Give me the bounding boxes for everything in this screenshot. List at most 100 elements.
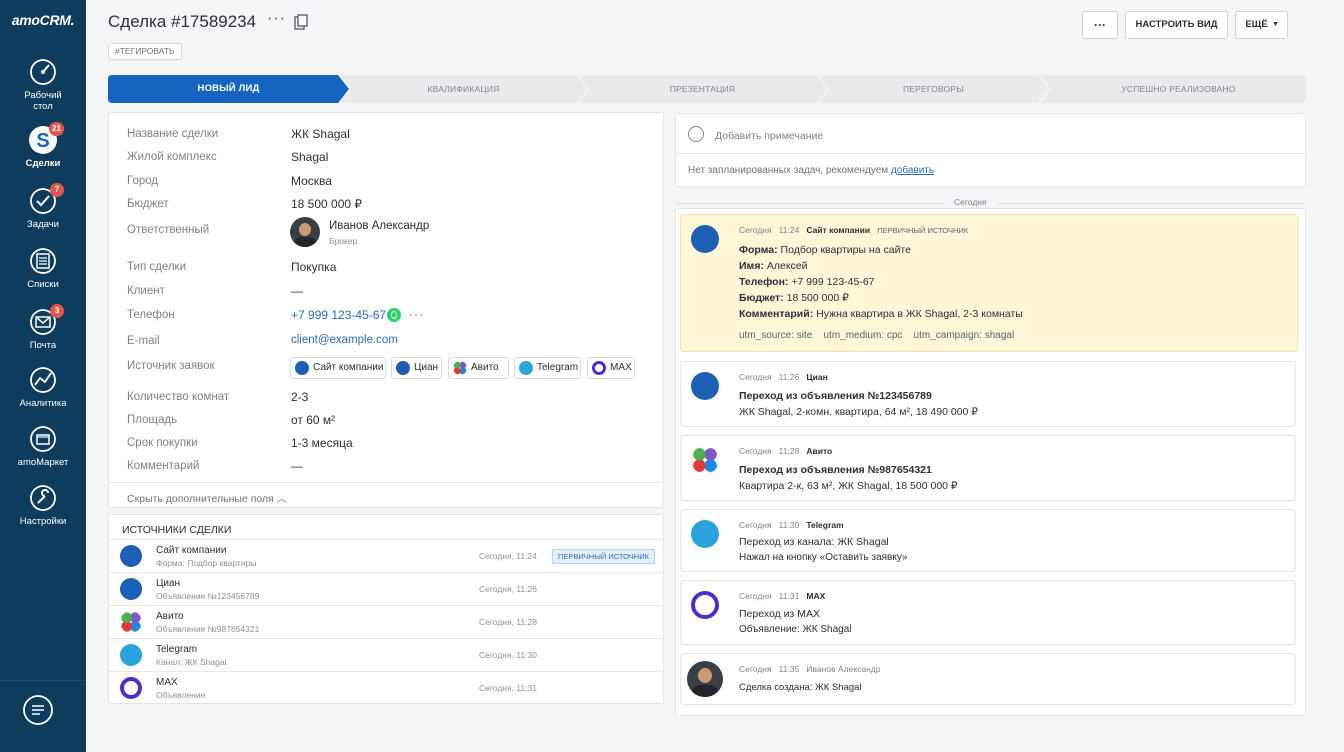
- feed-meta: Сегодня 11:26 Циан: [739, 372, 828, 382]
- source-row[interactable]: Циан Объявление №123456789 Сегодня, 11:2…: [109, 572, 663, 605]
- city-value[interactable]: Москва: [291, 174, 332, 188]
- feed-item-avito[interactable]: Сегодня 11:28 Авито Переход из объявлени…: [680, 435, 1296, 501]
- add-note-input[interactable]: Добавить примечание: [715, 130, 823, 142]
- telegram-icon: [519, 361, 533, 375]
- feed-meta: Сегодня 11:31 MAX: [739, 591, 826, 601]
- source-chip-site[interactable]: Сайт компании: [290, 357, 386, 379]
- email-value[interactable]: client@example.com: [291, 334, 398, 346]
- divider: [676, 153, 1305, 154]
- source-row[interactable]: Авито Объявление №987654321 Сегодня, 11:…: [109, 605, 663, 638]
- feed-meta: Сегодня 11:30 Telegram: [739, 520, 844, 530]
- chat-icon[interactable]: [22, 694, 54, 726]
- phone-more-icon[interactable]: ···: [409, 307, 424, 321]
- source-row[interactable]: MAX Объявление Сегодня, 11:31: [109, 671, 663, 703]
- sidebar-item-analytics[interactable]: Аналитика: [0, 365, 86, 409]
- client-value[interactable]: —: [291, 284, 303, 298]
- app-logo[interactable]: amoCRM.: [0, 12, 86, 28]
- source-sub: Объявление: [156, 690, 206, 700]
- globe-icon: [295, 361, 309, 375]
- more-button[interactable]: ···: [1082, 11, 1118, 39]
- comment-value[interactable]: —: [291, 459, 303, 473]
- stage-qualification[interactable]: КВАЛИФИКАЦИЯ: [351, 75, 576, 103]
- source-name: Авито: [156, 611, 184, 622]
- chip-label: MAX: [610, 362, 632, 373]
- source-sub: Объявление №987654321: [156, 624, 260, 634]
- field-label: Бюджет: [127, 198, 169, 210]
- source-time: Сегодня, 11:31: [479, 683, 537, 693]
- complex-value[interactable]: Shagal: [291, 150, 328, 164]
- source-chip-avito[interactable]: Авито: [448, 357, 509, 379]
- source-chip-cian[interactable]: Циан: [391, 357, 442, 379]
- sidebar-item-deals[interactable]: S 21 Сделки: [0, 122, 86, 169]
- hide-fields-link[interactable]: Скрыть дополнительные поля ︿: [127, 490, 287, 505]
- sidebar-item-mail[interactable]: 3 Почта: [0, 304, 86, 351]
- page-title: Сделка #17589234: [108, 12, 257, 31]
- add-task-link[interactable]: добавить: [891, 165, 934, 176]
- sidebar-item-tasks[interactable]: 7 Задачи: [0, 183, 86, 230]
- feed-text: Сделка создана: ЖК Shagal: [739, 682, 862, 693]
- field-label: Ответственный: [127, 224, 210, 236]
- telegram-icon: [120, 644, 142, 666]
- field-label: Название сделки: [127, 128, 219, 140]
- avatar: [290, 217, 320, 247]
- field-label: Источник заявок: [127, 360, 215, 372]
- feed-head: Переход из объявления №987654321: [739, 464, 932, 476]
- stage-presentation[interactable]: ПРЕЗЕНТАЦИЯ: [589, 75, 816, 103]
- sidebar-item-label: Настройки: [19, 516, 67, 527]
- area-value[interactable]: от 60 м²: [291, 413, 335, 427]
- sidebar-item-dashboard[interactable]: Рабочий стол: [0, 57, 86, 112]
- feed-line: Имя: Алексей: [739, 260, 808, 272]
- stage-negotiation[interactable]: ПЕРЕГОВОРЫ: [829, 75, 1038, 103]
- mail-badge: 3: [50, 304, 64, 318]
- deal-type-value[interactable]: Покупка: [291, 260, 336, 274]
- source-row[interactable]: Сайт компании Форма: Подбор квартиры Сег…: [109, 539, 663, 572]
- term-value[interactable]: 1-3 месяца: [291, 436, 353, 450]
- configure-view-button[interactable]: НАСТРОИТЬ ВИД: [1125, 11, 1228, 39]
- max-icon: [592, 361, 606, 375]
- dashboard-icon: [28, 57, 58, 87]
- title-more-icon[interactable]: ···: [267, 10, 286, 28]
- copy-icon[interactable]: [294, 14, 308, 30]
- feed-item-cian[interactable]: Сегодня 11:26 Циан Переход из объявления…: [680, 361, 1296, 427]
- more-menu-button[interactable]: ЕЩЁ ▼: [1235, 11, 1288, 39]
- sources-panel: ИСТОЧНИКИ СДЕЛКИ Сайт компании Форма: По…: [108, 514, 664, 704]
- source-time: Сегодня, 11:24: [479, 551, 537, 561]
- chip-label: Авито: [471, 362, 499, 373]
- source-sub: Объявление №123456789: [156, 591, 260, 601]
- sidebar-item-lists[interactable]: Списки: [0, 246, 86, 290]
- feed-line: Бюджет: 18 500 000 ₽: [739, 292, 849, 304]
- feed-head: Переход из канала: ЖК Shagal: [739, 536, 889, 548]
- stage-new-lead[interactable]: НОВЫЙ ЛИД: [108, 75, 349, 103]
- tasks-icon: 7: [28, 183, 64, 216]
- stage-success[interactable]: УСПЕШНО РЕАЛИЗОВАНО: [1051, 75, 1306, 103]
- feed-item-max[interactable]: Сегодня 11:31 MAX Переход из MAX Объявле…: [680, 580, 1296, 645]
- phone-value[interactable]: +7 999 123-45-67: [291, 308, 386, 322]
- deal-name-value[interactable]: ЖК Shagal: [291, 127, 350, 141]
- avito-icon: [691, 446, 719, 474]
- source-chip-max[interactable]: MAX: [587, 357, 635, 379]
- responsible-name[interactable]: Иванов Александр: [329, 220, 429, 232]
- chevron-up-icon: ︿: [276, 494, 287, 505]
- source-name: Сайт компании: [156, 545, 227, 556]
- feed-item-created[interactable]: Сегодня 11:35 Иванов Александр Сделка со…: [680, 653, 1296, 705]
- sidebar-item-settings[interactable]: Настройки: [0, 483, 86, 527]
- feed-item-site[interactable]: Сегодня 11:24 Сайт компании ПЕРВИЧНЫЙ ИС…: [680, 214, 1298, 352]
- source-name: Telegram: [156, 644, 198, 655]
- field-label: Телефон: [127, 309, 175, 321]
- avito-icon: [120, 611, 142, 633]
- settings-icon: [28, 483, 58, 513]
- whatsapp-icon[interactable]: [387, 308, 401, 322]
- deals-badge: 21: [49, 122, 64, 136]
- sidebar-item-market[interactable]: amoМаркет: [0, 424, 86, 468]
- source-chip-telegram[interactable]: Telegram: [514, 357, 581, 379]
- deal-fields-card: Название сделки ЖК Shagal Жилой комплекс…: [108, 112, 664, 508]
- analytics-icon: [28, 365, 58, 395]
- feed-item-telegram[interactable]: Сегодня 11:30 Telegram Переход из канала…: [680, 509, 1296, 572]
- source-sub: Форма: Подбор квартиры: [156, 558, 257, 568]
- source-row[interactable]: Telegram Канал: ЖК Shagal Сегодня, 11:30: [109, 638, 663, 671]
- svg-text:S: S: [36, 130, 49, 152]
- rooms-value[interactable]: 2-3: [291, 390, 308, 404]
- budget-value[interactable]: 18 500 000 ₽: [291, 197, 362, 211]
- cian-icon: [120, 578, 142, 600]
- tag-button[interactable]: #ТЕГИРОВАТЬ: [108, 43, 182, 60]
